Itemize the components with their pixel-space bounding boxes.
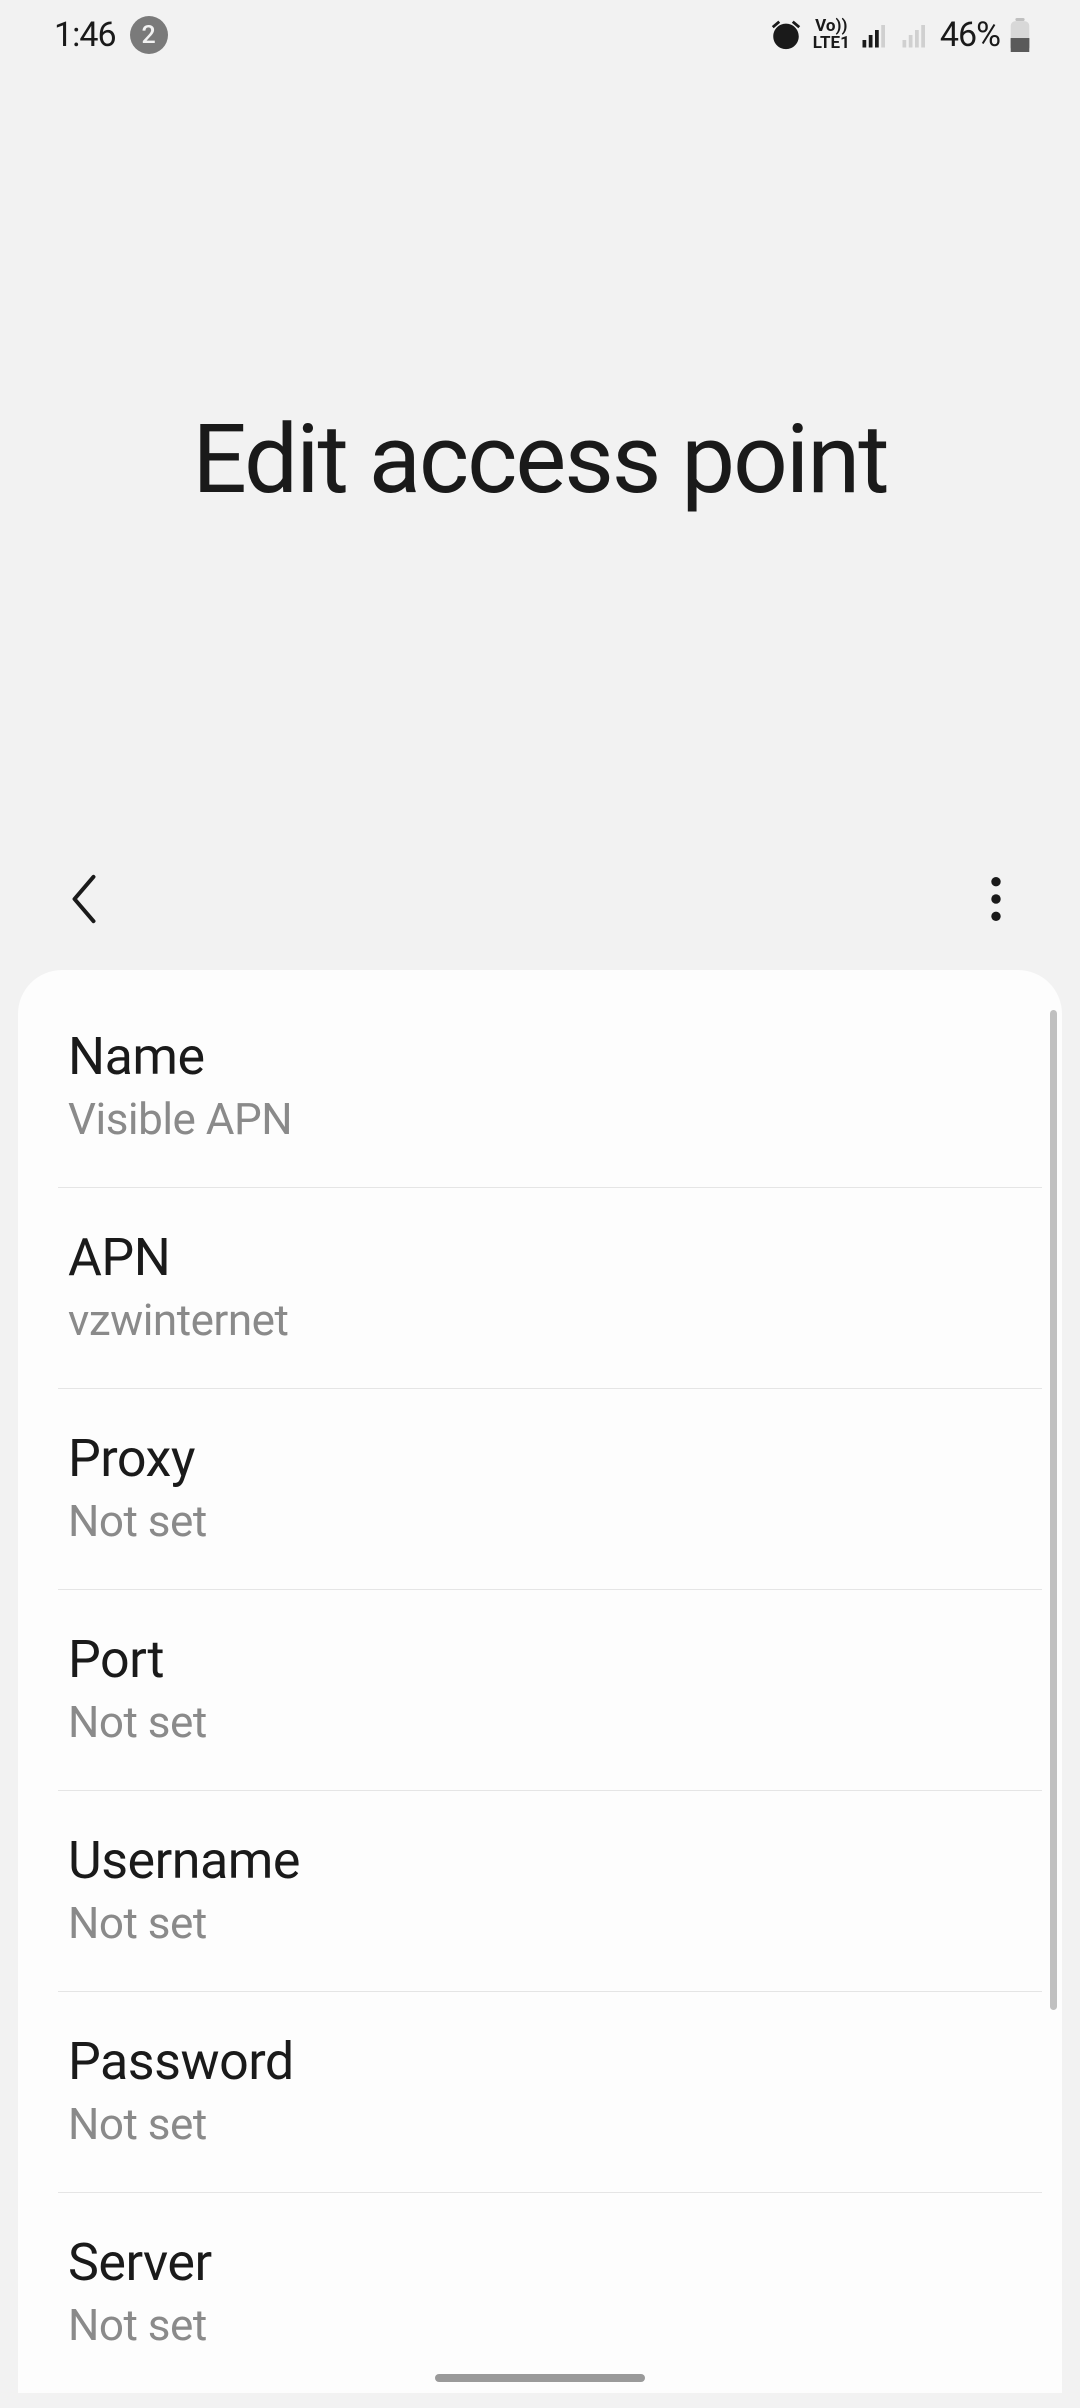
alarm-icon bbox=[769, 18, 803, 52]
page-title: Edit access point bbox=[192, 404, 887, 516]
lte-icon: Vo)) LTE1 bbox=[813, 18, 850, 52]
status-time: 1:46 bbox=[54, 15, 116, 55]
field-value: Visible APN bbox=[68, 1093, 1012, 1145]
apn-fields-card: Name Visible APN APN vzwinternet Proxy N… bbox=[18, 970, 1062, 2393]
apn-field-username[interactable]: Username Not set bbox=[18, 1790, 1062, 1991]
status-bar: 1:46 2 Vo)) LTE1 46% bbox=[0, 0, 1080, 70]
apn-field-name[interactable]: Name Visible APN bbox=[18, 986, 1062, 1187]
field-value: Not set bbox=[68, 1696, 1012, 1748]
field-label: Username bbox=[68, 1830, 1012, 1891]
field-label: Proxy bbox=[68, 1428, 1012, 1489]
apn-field-proxy[interactable]: Proxy Not set bbox=[18, 1388, 1062, 1589]
field-label: Server bbox=[68, 2232, 1012, 2293]
field-label: APN bbox=[68, 1227, 1012, 1288]
header-area: Edit access point bbox=[0, 70, 1080, 850]
field-value: Not set bbox=[68, 1495, 1012, 1547]
toolbar bbox=[0, 850, 1080, 950]
battery-icon bbox=[1010, 18, 1030, 52]
battery-percent: 46% bbox=[940, 15, 1000, 55]
status-right: Vo)) LTE1 46% bbox=[769, 15, 1030, 55]
chevron-left-icon bbox=[65, 870, 103, 931]
more-vertical-icon bbox=[991, 877, 1001, 924]
apn-field-port[interactable]: Port Not set bbox=[18, 1589, 1062, 1790]
status-left: 1:46 2 bbox=[54, 15, 168, 55]
more-options-button[interactable] bbox=[966, 870, 1026, 930]
field-label: Password bbox=[68, 2031, 1012, 2092]
navigation-handle[interactable] bbox=[435, 2374, 645, 2382]
field-label: Port bbox=[68, 1629, 1012, 1690]
field-value: vzwinternet bbox=[68, 1294, 1012, 1346]
apn-field-password[interactable]: Password Not set bbox=[18, 1991, 1062, 2192]
field-label: Name bbox=[68, 1026, 1012, 1087]
notification-count-badge: 2 bbox=[130, 16, 168, 54]
apn-field-server[interactable]: Server Not set bbox=[18, 2192, 1062, 2393]
field-value: Not set bbox=[68, 1897, 1012, 1949]
field-value: Not set bbox=[68, 2299, 1012, 2351]
signal-icon-2 bbox=[900, 20, 930, 50]
signal-icon-1 bbox=[860, 20, 890, 50]
apn-field-apn[interactable]: APN vzwinternet bbox=[18, 1187, 1062, 1388]
field-value: Not set bbox=[68, 2098, 1012, 2150]
back-button[interactable] bbox=[54, 870, 114, 930]
